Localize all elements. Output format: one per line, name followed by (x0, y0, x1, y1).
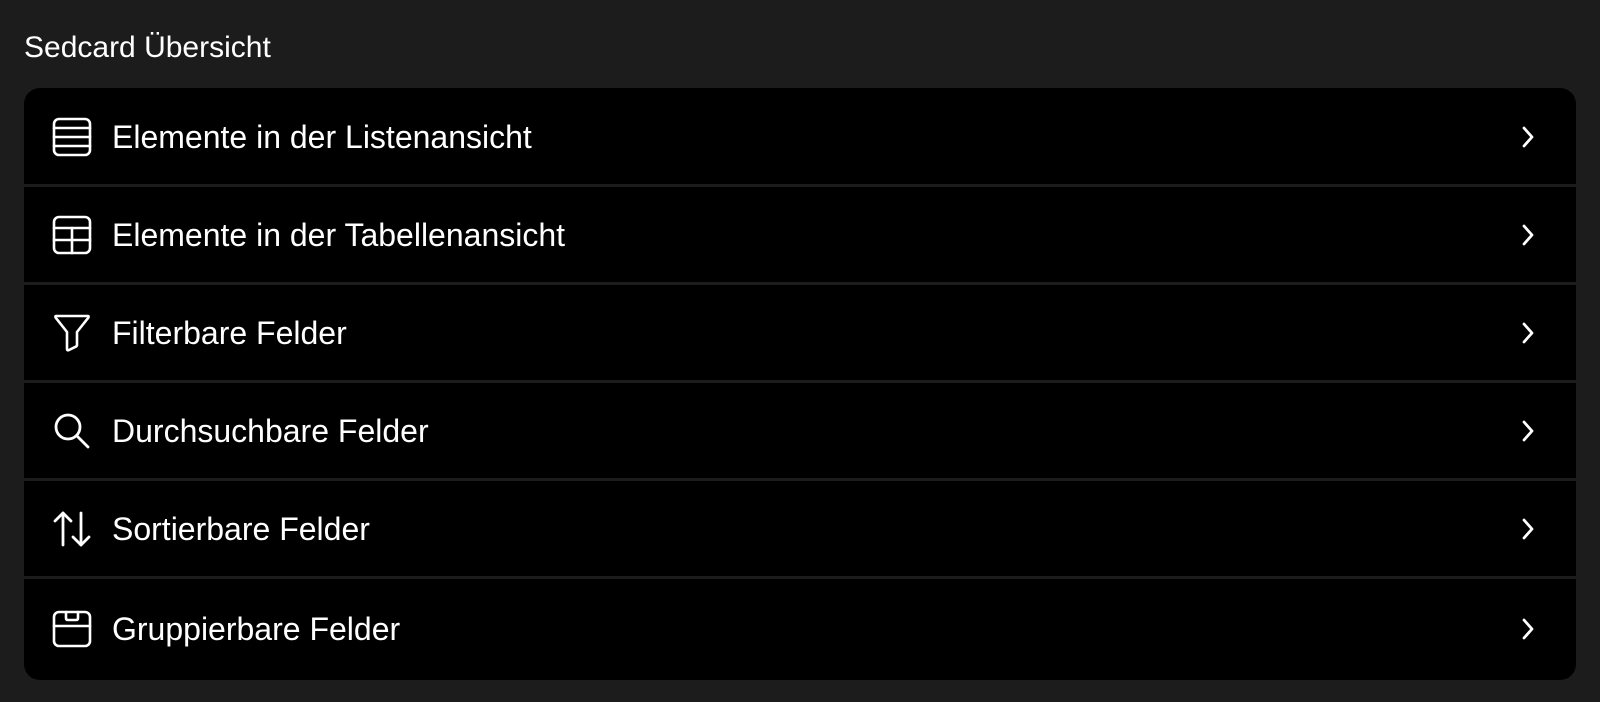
chevron-right-icon (1518, 615, 1538, 643)
list-item-filter[interactable]: Filterbare Felder (24, 284, 1576, 383)
list-item-label: Elemente in der Listenansicht (112, 118, 532, 155)
tray-icon (50, 607, 94, 651)
list-item-sort[interactable]: Sortierbare Felder (24, 480, 1576, 579)
filter-icon (50, 311, 94, 355)
chevron-right-icon (1518, 515, 1538, 543)
list-item-list-view[interactable]: Elemente in der Listenansicht (24, 88, 1576, 187)
search-icon (50, 409, 94, 453)
chevron-right-icon (1518, 221, 1538, 249)
chevron-right-icon (1518, 123, 1538, 151)
list-item-label: Filterbare Felder (112, 314, 347, 351)
list-item-group[interactable]: Gruppierbare Felder (24, 578, 1576, 680)
list-item-label: Durchsuchbare Felder (112, 412, 429, 449)
list-item-label: Sortierbare Felder (112, 510, 370, 547)
list-view-icon (50, 115, 94, 159)
chevron-right-icon (1518, 417, 1538, 445)
table-view-icon (50, 213, 94, 257)
section-title: Sedcard Übersicht (24, 31, 271, 64)
list-item-label: Elemente in der Tabellenansicht (112, 216, 566, 253)
list-item-label: Gruppierbare Felder (112, 611, 401, 647)
settings-list: Elemente in der Listenansicht Elemente i… (24, 88, 1576, 680)
list-item-search[interactable]: Durchsuchbare Felder (24, 382, 1576, 481)
settings-page: Sedcard Übersicht Elemente in der Listen… (0, 0, 1600, 702)
sort-icon (50, 507, 94, 551)
list-item-table-view[interactable]: Elemente in der Tabellenansicht (24, 186, 1576, 285)
chevron-right-icon (1518, 319, 1538, 347)
